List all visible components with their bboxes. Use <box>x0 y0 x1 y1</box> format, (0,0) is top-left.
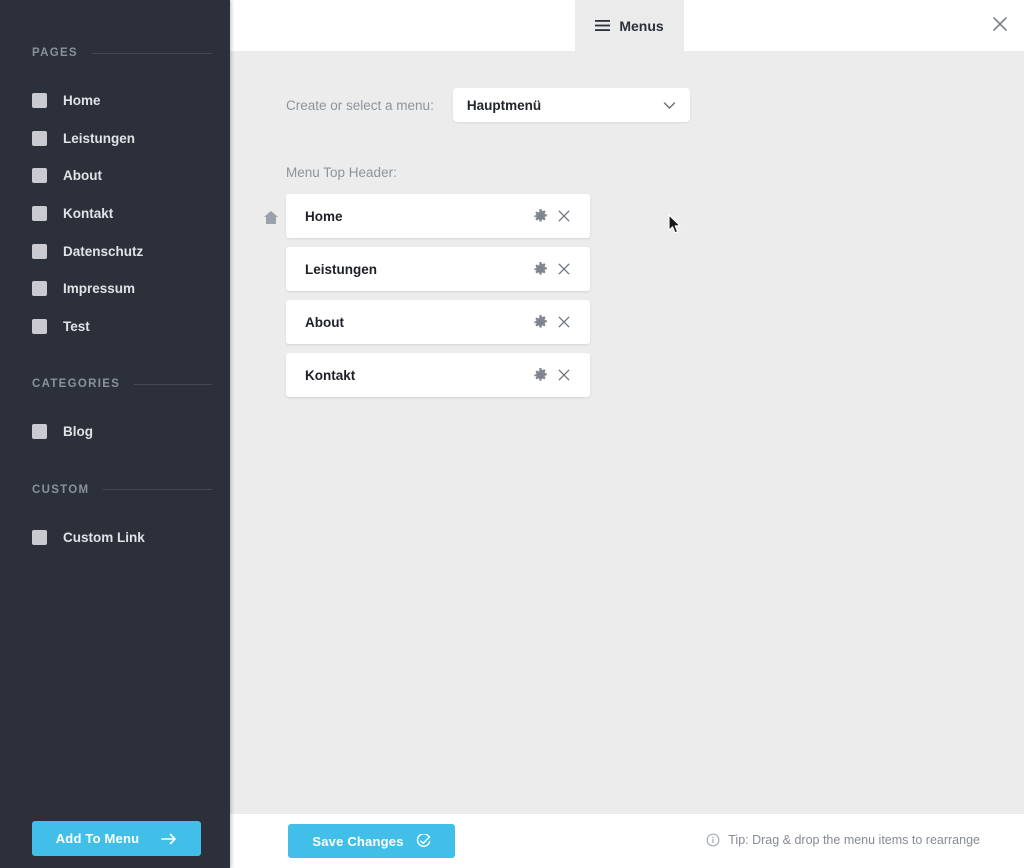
menu-item-card-about[interactable]: About <box>286 300 590 344</box>
sidebar-section-pages: PAGES Home Leistungen About Kontakt Date… <box>0 0 230 345</box>
sidebar-item-label: About <box>63 168 102 184</box>
sidebar-section-custom: CUSTOM Custom Link <box>0 451 230 557</box>
remove-menu-item-icon[interactable] <box>552 363 576 387</box>
divider <box>103 489 212 491</box>
sidebar-item-leistungen[interactable]: Leistungen <box>0 120 230 158</box>
sidebar-list-custom: Custom Link <box>0 519 230 557</box>
checkbox-impressum[interactable] <box>32 281 47 297</box>
menu-item-row: Leistungen <box>258 247 603 300</box>
checkbox-leistungen[interactable] <box>32 130 47 146</box>
tab-menus-label: Menus <box>619 17 664 34</box>
sidebar-item-datenschutz[interactable]: Datenschutz <box>0 232 230 270</box>
gear-icon[interactable] <box>528 257 552 281</box>
info-icon <box>706 833 720 847</box>
chevron-down-icon <box>663 101 676 110</box>
bottom-bar: Save Changes Tip: Drag & drop the menu i… <box>230 814 1024 868</box>
save-changes-button[interactable]: Save Changes <box>288 824 455 858</box>
arrow-right-icon <box>161 833 177 845</box>
checkbox-custom-link[interactable] <box>32 530 47 546</box>
menu-item-row: Home <box>258 194 603 247</box>
sidebar-section-header-categories: CATEGORIES <box>0 373 230 395</box>
sidebar-item-label: Kontakt <box>63 206 114 222</box>
menu-item-label: About <box>305 314 344 330</box>
hamburger-icon <box>595 19 611 32</box>
sidebar-section-categories: CATEGORIES Blog <box>0 345 230 451</box>
divider <box>91 52 212 54</box>
gear-icon[interactable] <box>528 310 552 334</box>
menu-item-card-kontakt[interactable]: Kontakt <box>286 353 590 397</box>
menu-item-label: Leistungen <box>305 261 378 277</box>
sidebar: PAGES Home Leistungen About Kontakt Date… <box>0 0 230 868</box>
add-to-menu-label: Add To Menu <box>55 831 140 846</box>
menu-select-row: Create or select a menu: Hauptmenü <box>286 88 690 122</box>
divider <box>134 383 212 385</box>
menu-items-list: Home Leistungen About Kontakt <box>258 194 603 406</box>
checkbox-home[interactable] <box>32 93 47 109</box>
sidebar-item-test[interactable]: Test <box>0 308 230 346</box>
add-to-menu-button[interactable]: Add To Menu <box>32 821 201 856</box>
sidebar-section-header-pages: PAGES <box>0 42 230 64</box>
sidebar-item-label: Home <box>63 93 101 109</box>
sidebar-list-pages: Home Leistungen About Kontakt Datenschut… <box>0 82 230 345</box>
sidebar-item-label: Blog <box>63 424 93 440</box>
menu-item-label: Kontakt <box>305 367 356 383</box>
close-icon <box>992 16 1008 37</box>
menu-select-dropdown[interactable]: Hauptmenü <box>452 88 690 122</box>
home-icon <box>262 208 280 226</box>
check-circle-icon <box>416 833 431 849</box>
sidebar-section-header-custom: CUSTOM <box>0 479 230 501</box>
sidebar-item-impressum[interactable]: Impressum <box>0 270 230 308</box>
remove-menu-item-icon[interactable] <box>552 310 576 334</box>
remove-menu-item-icon[interactable] <box>552 257 576 281</box>
tab-menus[interactable]: Menus <box>575 0 684 51</box>
sidebar-item-label: Leistungen <box>63 130 136 146</box>
sidebar-item-kontakt[interactable]: Kontakt <box>0 195 230 233</box>
gear-icon[interactable] <box>528 204 552 228</box>
top-bar: Menus <box>230 0 1024 51</box>
sidebar-section-title: CATEGORIES <box>32 378 121 391</box>
menu-select-value: Hauptmenü <box>466 97 542 113</box>
menu-item-card-home[interactable]: Home <box>286 194 590 238</box>
sidebar-item-label: Custom Link <box>63 530 145 546</box>
checkbox-blog[interactable] <box>32 424 47 440</box>
menu-item-row: Kontakt <box>258 353 603 406</box>
tip: Tip: Drag & drop the menu items to rearr… <box>706 833 980 847</box>
sidebar-item-label: Impressum <box>63 281 136 297</box>
sidebar-item-label: Test <box>63 318 90 334</box>
gear-icon[interactable] <box>528 363 552 387</box>
save-changes-label: Save Changes <box>312 833 404 849</box>
close-panel-button[interactable] <box>984 10 1016 42</box>
tip-text: Tip: Drag & drop the menu items to rearr… <box>728 833 980 847</box>
sidebar-section-title: PAGES <box>32 47 78 59</box>
menu-top-header-label: Menu Top Header: <box>286 165 397 180</box>
checkbox-about[interactable] <box>32 168 47 184</box>
menu-item-label: Home <box>305 208 343 224</box>
remove-menu-item-icon[interactable] <box>552 204 576 228</box>
main-content: Create or select a menu: Hauptmenü Menu … <box>230 51 1024 814</box>
sidebar-item-home[interactable]: Home <box>0 82 230 120</box>
checkbox-test[interactable] <box>32 318 47 334</box>
checkbox-datenschutz[interactable] <box>32 243 47 259</box>
sidebar-item-about[interactable]: About <box>0 157 230 195</box>
menu-select-label: Create or select a menu: <box>286 97 434 113</box>
sidebar-item-custom-link[interactable]: Custom Link <box>0 519 230 557</box>
menu-item-card-leistungen[interactable]: Leistungen <box>286 247 590 291</box>
sidebar-item-blog[interactable]: Blog <box>0 413 230 451</box>
sidebar-item-label: Datenschutz <box>63 243 144 259</box>
checkbox-kontakt[interactable] <box>32 206 47 222</box>
sidebar-list-categories: Blog <box>0 413 230 451</box>
menu-item-row: About <box>258 300 603 353</box>
sidebar-section-title: CUSTOM <box>32 483 90 496</box>
